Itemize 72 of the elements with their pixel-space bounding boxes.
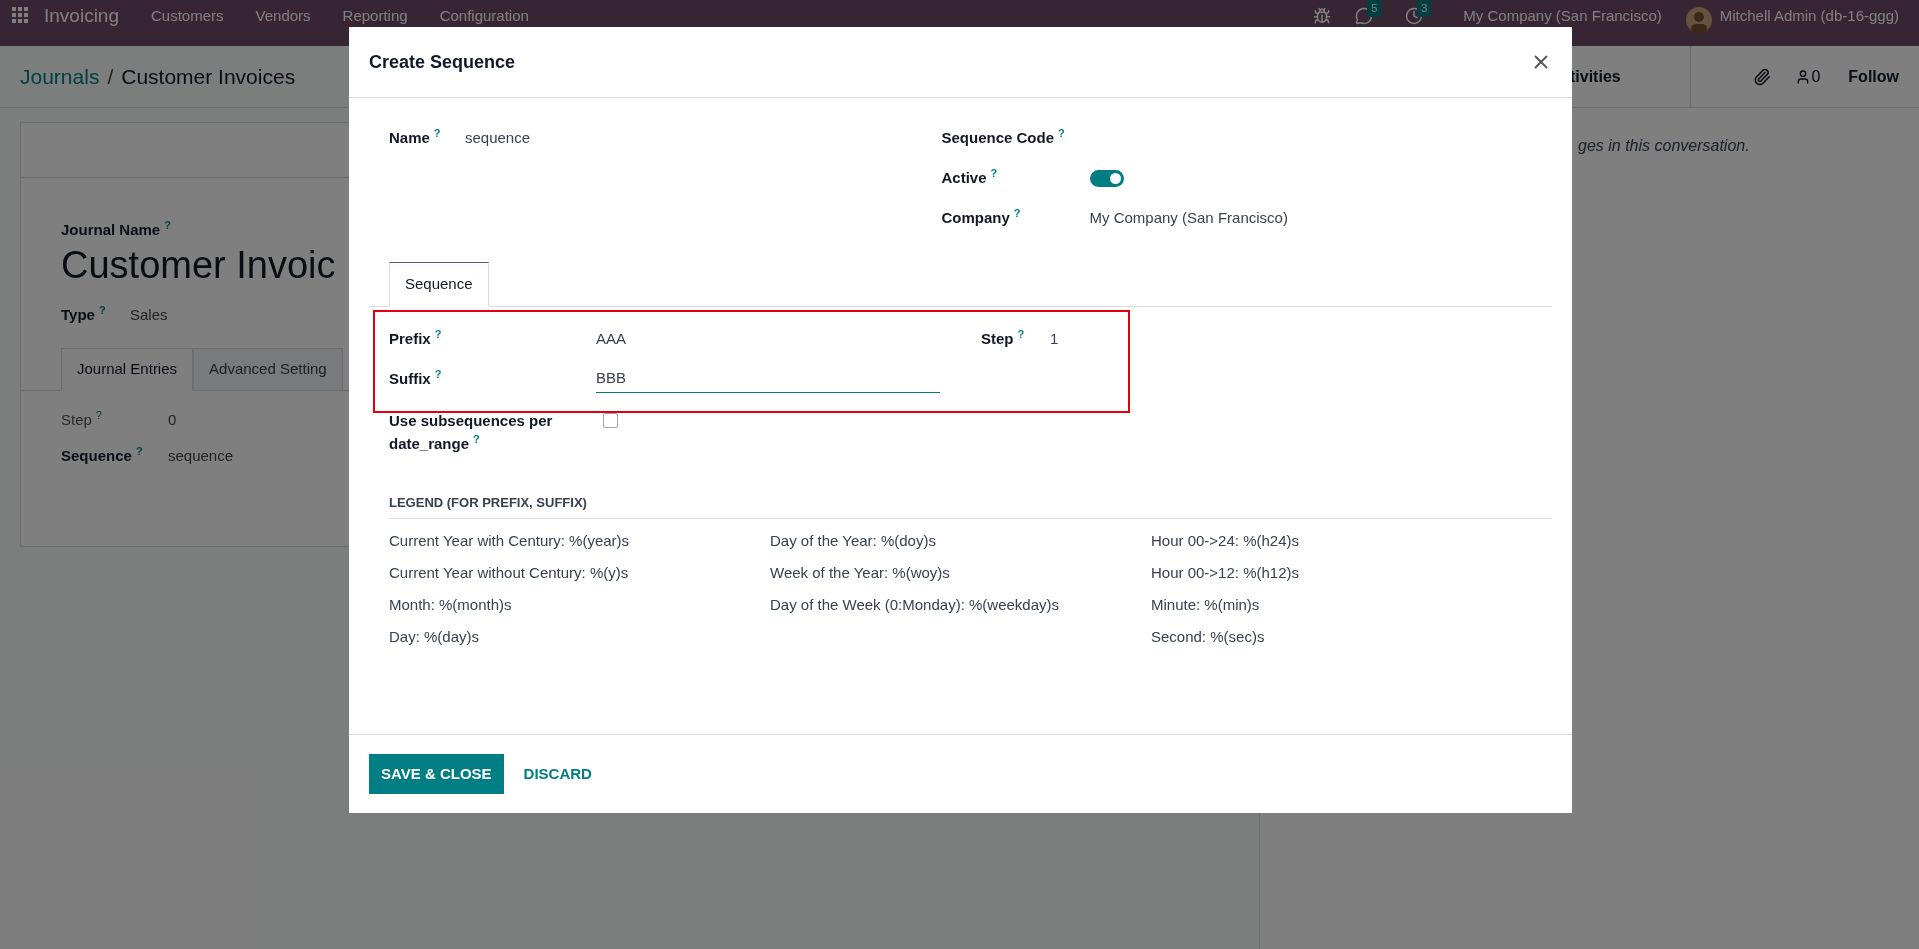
- legend-item: Day: %(day)s: [389, 627, 481, 646]
- activities-count: 3: [1417, 0, 1432, 17]
- discard-button[interactable]: DISCARD: [519, 753, 596, 795]
- messages-icon[interactable]: [1355, 7, 1374, 25]
- field-label: Type $^{?}$: [61, 303, 107, 325]
- field-value[interactable]: AAA: [596, 325, 940, 353]
- input-field[interactable]: BBB: [596, 365, 940, 393]
- chatter-message: ges in this conversation.: [1578, 136, 1750, 156]
- breadcrumb-current: Customer Invoices: [121, 63, 296, 90]
- help-mark[interactable]: ?: [1058, 126, 1065, 139]
- save-close-button[interactable]: SAVE & CLOSE: [369, 753, 504, 795]
- legend-heading: LEGEND (FOR PREFIX, SUFFIX): [389, 492, 1552, 519]
- form-tab[interactable]: Journal Entries: [61, 348, 194, 391]
- help-mark[interactable]: ?: [98, 303, 106, 316]
- help-mark[interactable]: ?: [95, 408, 102, 421]
- field-label: Step $^{?}$: [981, 327, 1026, 349]
- field-value: sequence: [168, 446, 234, 466]
- activities-icon[interactable]: [1405, 7, 1424, 25]
- company-switcher[interactable]: My Company (San Francisco): [1463, 7, 1662, 25]
- field-label: Sequence Code $^{?}$: [941, 126, 1066, 148]
- legend-item: Month: %(month)s: [389, 595, 513, 614]
- help-mark[interactable]: ?: [434, 328, 442, 340]
- legend-item: Day of the Year: %(doy)s: [770, 531, 937, 550]
- app-name[interactable]: Invoicing: [44, 7, 119, 25]
- help-mark[interactable]: ?: [473, 432, 480, 445]
- help-mark[interactable]: ?: [1017, 327, 1025, 340]
- legend-item: Hour 00->24: %(h24)s: [1151, 531, 1300, 550]
- field-label: Suffix $^{?}$: [389, 367, 443, 389]
- breadcrumb-separator: /: [107, 63, 114, 90]
- field-value: 0: [168, 409, 177, 430]
- dialog-tab[interactable]: Sequence: [389, 262, 489, 307]
- dialog-title: Create Sequence: [369, 50, 517, 74]
- field-label: Prefix $^{?}$: [389, 328, 443, 349]
- field-value: 1: [1050, 328, 1059, 349]
- field-label: Step $^{?}$: [61, 408, 103, 430]
- paperclip-icon[interactable]: [1753, 67, 1772, 86]
- journal-title: Customer Invoic: [61, 242, 336, 288]
- menu-item[interactable]: Configuration: [439, 7, 529, 25]
- user-menu[interactable]: Mitchell Admin (db-16-ggg): [1719, 7, 1899, 25]
- apps-menu-icon[interactable]: [12, 7, 28, 23]
- breadcrumb-link[interactable]: Journals: [20, 60, 100, 93]
- legend-item: Second: %(sec)s: [1151, 627, 1266, 646]
- debug-icon[interactable]: [1313, 7, 1332, 25]
- form-tab[interactable]: Advanced Setting: [193, 348, 343, 391]
- help-mark[interactable]: ?: [433, 126, 441, 139]
- field-value: sequence: [465, 127, 531, 148]
- active-toggle[interactable]: [1089, 169, 1124, 187]
- field-label: Name $^{?}$: [389, 126, 442, 148]
- field-value: Sales: [130, 304, 168, 325]
- menu-item[interactable]: Reporting: [342, 7, 408, 25]
- field-label: Company $^{?}$: [941, 206, 1022, 228]
- field-label: Use subsequences per date_range $^{?}$: [389, 410, 554, 454]
- field-label: Sequence $^{?}$: [61, 445, 144, 466]
- legend-item: Current Year with Century: %(year)s: [389, 531, 631, 550]
- help-mark[interactable]: ?: [135, 445, 143, 457]
- help-mark[interactable]: ?: [1013, 206, 1021, 219]
- help-mark[interactable]: ?: [164, 219, 171, 231]
- follow-button[interactable]: Follow: [1848, 64, 1899, 89]
- followers-count[interactable]: 0: [1811, 64, 1821, 89]
- legend-item: Minute: %(min)s: [1151, 595, 1261, 614]
- legend-item: Week of the Year: %(woy)s: [770, 563, 951, 582]
- help-mark[interactable]: ?: [434, 367, 442, 380]
- legend-item: Day of the Week (0:Monday): %(weekday)s: [770, 595, 1060, 614]
- field-label: Active $^{?}$: [941, 166, 999, 188]
- legend-item: Current Year without Century: %(y)s: [389, 563, 630, 582]
- field-value: My Company (San Francisco): [1089, 207, 1288, 228]
- menu-item[interactable]: Vendors: [255, 7, 311, 25]
- legend-item: Hour 00->12: %(h12)s: [1151, 563, 1300, 582]
- activities-button[interactable]: tivities: [1570, 64, 1621, 89]
- messages-count: 5: [1367, 0, 1382, 17]
- menu-item[interactable]: Customers: [151, 7, 224, 25]
- help-mark[interactable]: ?: [990, 166, 998, 179]
